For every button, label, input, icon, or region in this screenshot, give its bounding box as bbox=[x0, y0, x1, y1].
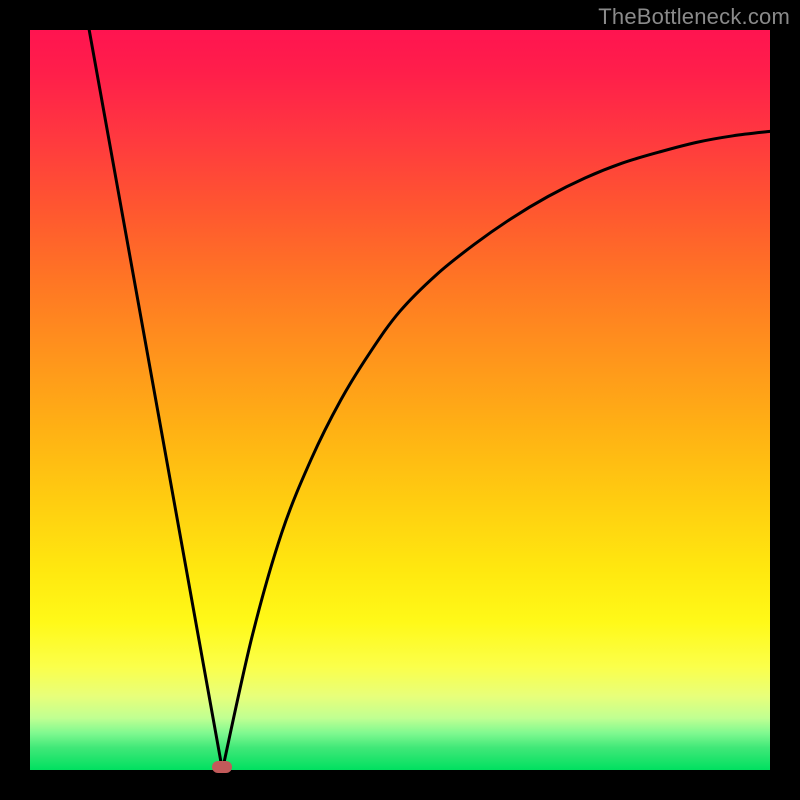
plot-area bbox=[30, 30, 770, 770]
minimum-marker bbox=[212, 761, 232, 773]
curve-layer bbox=[30, 30, 770, 770]
curve-left-branch bbox=[89, 30, 222, 770]
watermark-text: TheBottleneck.com bbox=[598, 4, 790, 30]
curve-right-branch bbox=[222, 131, 770, 770]
chart-stage: TheBottleneck.com bbox=[0, 0, 800, 800]
